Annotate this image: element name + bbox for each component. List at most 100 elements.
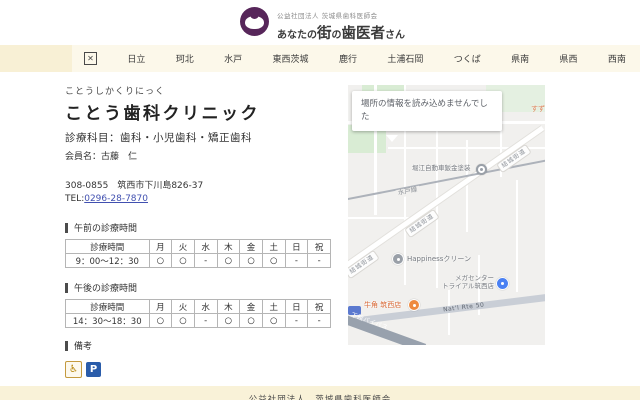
afternoon-hours-table: 診療時間 月 火 水 木 金 土 日 祝 14：30～18：30 ○ ○ - ○… bbox=[65, 299, 331, 328]
col-header: 火 bbox=[171, 239, 195, 254]
tel-label: TEL: bbox=[65, 194, 85, 204]
map-error-bubble: 場所の情報を読み込めませんでした bbox=[352, 91, 502, 132]
section-morning-hours: 午前の診療時間 bbox=[65, 221, 335, 234]
table-row: 14：30～18：30 ○ ○ - ○ ○ ○ - - bbox=[65, 313, 331, 328]
mark-cell: ○ bbox=[148, 313, 173, 328]
mark-cell: ○ bbox=[261, 313, 286, 328]
afternoon-hours-title: 午後の診療時間 bbox=[74, 284, 138, 294]
col-header: 月 bbox=[148, 239, 173, 254]
clinic-member-name: 会員名：古藤 仁 bbox=[65, 152, 138, 162]
section-remarks: 備考 bbox=[65, 339, 335, 352]
section-bar-icon bbox=[65, 282, 68, 293]
tagline-part: の bbox=[331, 30, 342, 41]
nav-item-rokko[interactable]: 鹿行 bbox=[339, 52, 357, 65]
site-tagline: あなたの 街 の 歯医者 さん bbox=[277, 22, 405, 43]
col-header: 水 bbox=[193, 239, 218, 254]
map-label-happiness[interactable]: Happinessクリーン bbox=[407, 255, 471, 263]
time-range: 14：30～18：30 bbox=[65, 313, 150, 328]
section-bar-icon bbox=[65, 222, 68, 233]
map-bubble-arrow bbox=[386, 135, 398, 148]
site-footer: 公益社団法人 茨城県歯科医師会 bbox=[0, 386, 640, 400]
poi-happiness-icon[interactable] bbox=[392, 253, 404, 265]
poi-mega-center-icon[interactable] bbox=[496, 277, 509, 290]
home-icon[interactable]: ✕ bbox=[84, 52, 97, 65]
mark-cell: ○ bbox=[261, 253, 286, 268]
col-header: 土 bbox=[261, 299, 286, 314]
nav-item-seinan[interactable]: 西南 bbox=[608, 52, 626, 65]
mark-cell: ○ bbox=[216, 253, 241, 268]
section-bar-icon bbox=[65, 340, 68, 351]
tagline-part: あなたの bbox=[277, 30, 317, 41]
col-header: 診療時間 bbox=[65, 299, 150, 314]
col-header: 診療時間 bbox=[65, 239, 150, 254]
tel-link[interactable]: 0296-28-7870 bbox=[84, 194, 148, 204]
col-header: 水 bbox=[193, 299, 218, 314]
mark-cell: - bbox=[193, 253, 218, 268]
clinic-detail: ことうしかくりにっく ことう歯科クリニック 診療科目：歯科・小児歯科・矯正歯科 … bbox=[65, 84, 335, 400]
map-road bbox=[516, 180, 518, 292]
mark-cell: ○ bbox=[148, 253, 173, 268]
clinic-tel-line: TEL:0296-28-7870 bbox=[65, 194, 335, 204]
mark-cell: - bbox=[307, 313, 331, 328]
map-label-mega-center[interactable]: メガセンター トライアル筑西店 bbox=[434, 274, 494, 291]
col-header: 日 bbox=[284, 299, 309, 314]
mark-cell: - bbox=[284, 313, 309, 328]
nav-item-kensei[interactable]: 県西 bbox=[560, 52, 578, 65]
map-label-horie[interactable]: 堀江自動車鈑金塗装 bbox=[412, 164, 471, 173]
clinic-address: 308-0855 筑西市下川島826-37 bbox=[65, 181, 204, 191]
morning-hours-title: 午前の診療時間 bbox=[74, 224, 138, 234]
clinic-departments: 診療科目：歯科・小児歯科・矯正歯科 bbox=[65, 132, 252, 144]
site-header: 公益社団法人 茨城県歯科医師会 あなたの 街 の 歯医者 さん bbox=[0, 0, 640, 45]
poi-horie-icon[interactable] bbox=[476, 164, 487, 175]
clinic-furigana: ことうしかくりにっく bbox=[65, 87, 166, 97]
nav-item-tozai-ibaraki[interactable]: 東西茨城 bbox=[273, 52, 309, 65]
table-header-row: 診療時間 月 火 水 木 金 土 日 祝 bbox=[65, 299, 331, 314]
org-name-small: 公益社団法人 茨城県歯科医師会 bbox=[277, 12, 378, 20]
col-header: 祝 bbox=[307, 239, 331, 254]
col-header: 金 bbox=[239, 299, 263, 314]
col-header: 土 bbox=[261, 239, 286, 254]
col-header: 祝 bbox=[307, 299, 331, 314]
mark-cell: ○ bbox=[171, 253, 195, 268]
map-label-suzumori[interactable]: すずもり bbox=[531, 105, 545, 113]
logo-text: 公益社団法人 茨城県歯科医師会 あなたの 街 の 歯医者 さん bbox=[277, 7, 405, 43]
map-label-gyukaku[interactable]: 牛角 筑西店 bbox=[364, 301, 401, 309]
tagline-part: 街 bbox=[317, 26, 332, 42]
morning-hours-table: 診療時間 月 火 水 木 金 土 日 祝 9：00～12：30 ○ ○ - ○ … bbox=[65, 239, 331, 268]
parking-icon: P bbox=[86, 362, 101, 377]
location-map[interactable]: すずもり 結城街道 結城街道 結城街道 堀江自動車鈑金塗装 水戸線 Happin… bbox=[348, 85, 545, 345]
nav-item-hitachi[interactable]: 日立 bbox=[127, 52, 145, 65]
remarks-title: 備考 bbox=[74, 342, 93, 352]
nav-item-tsuchiura-ishioka[interactable]: 土浦石岡 bbox=[387, 52, 423, 65]
tagline-part: さん bbox=[385, 30, 405, 41]
col-header: 金 bbox=[239, 239, 263, 254]
mark-cell: - bbox=[307, 253, 331, 268]
nav-items: ✕ 日立 珂北 水戸 東西茨城 鹿行 土浦石岡 つくば 県南 県西 西南 bbox=[84, 45, 626, 72]
wheelchair-accessible-icon: ♿ bbox=[65, 361, 82, 378]
dental-association-logo-icon bbox=[240, 7, 269, 36]
table-header-row: 診療時間 月 火 水 木 金 土 日 祝 bbox=[65, 239, 331, 254]
mark-cell: ○ bbox=[239, 313, 263, 328]
tagline-part: 歯医者 bbox=[341, 26, 386, 42]
nav-left-accent bbox=[0, 45, 72, 72]
mark-cell: - bbox=[193, 313, 218, 328]
mark-cell: ○ bbox=[239, 253, 263, 268]
time-range: 9：00～12：30 bbox=[65, 253, 150, 268]
table-row: 9：00～12：30 ○ ○ - ○ ○ ○ - - bbox=[65, 253, 331, 268]
col-header: 木 bbox=[216, 239, 241, 254]
nav-item-kahoku[interactable]: 珂北 bbox=[176, 52, 194, 65]
facility-icons: ♿ P bbox=[65, 361, 335, 378]
mark-cell: - bbox=[284, 253, 309, 268]
nav-item-kennan[interactable]: 県南 bbox=[511, 52, 529, 65]
site-logo[interactable]: 公益社団法人 茨城県歯科医師会 あなたの 街 の 歯医者 さん bbox=[240, 7, 405, 43]
footer-org-name: 公益社団法人 茨城県歯科医師会 bbox=[248, 395, 392, 400]
map-road bbox=[466, 140, 468, 232]
map-label-mito-line: 水戸線 bbox=[395, 185, 421, 198]
nav-item-mito[interactable]: 水戸 bbox=[224, 52, 242, 65]
section-afternoon-hours: 午後の診療時間 bbox=[65, 281, 335, 294]
mark-cell: ○ bbox=[171, 313, 195, 328]
nav-item-tsukuba[interactable]: つくば bbox=[454, 52, 481, 65]
poi-gyukaku-icon[interactable] bbox=[408, 299, 420, 311]
region-nav: ✕ 日立 珂北 水戸 東西茨城 鹿行 土浦石岡 つくば 県南 県西 西南 bbox=[0, 45, 640, 72]
mark-cell: ○ bbox=[216, 313, 241, 328]
